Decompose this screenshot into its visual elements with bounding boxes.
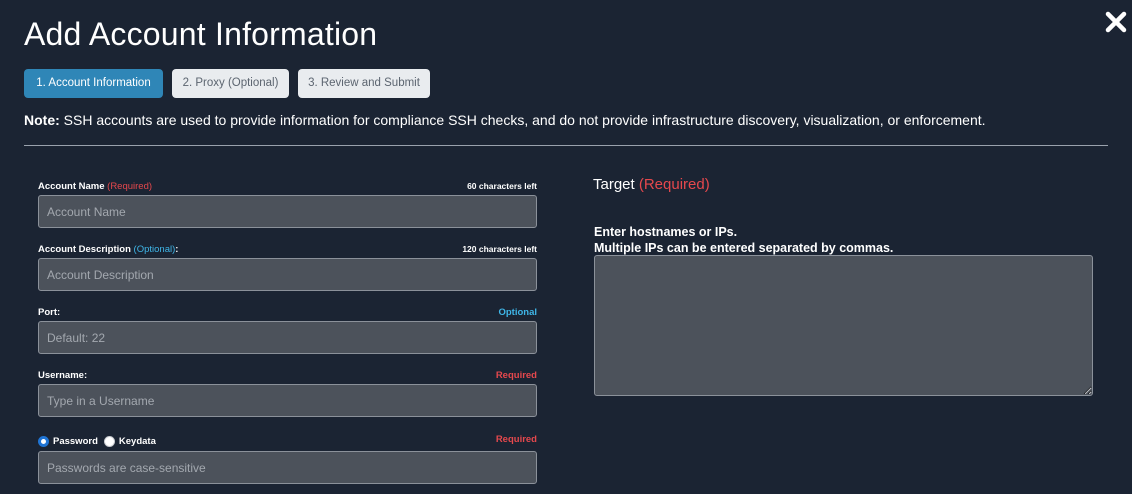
tab-account-information[interactable]: 1. Account Information (24, 69, 163, 98)
username-field: Username: Required (38, 370, 537, 417)
username-required-hint: Required (495, 370, 537, 381)
port-field: Port: Optional (38, 307, 537, 354)
account-name-input[interactable] (38, 195, 537, 228)
credential-field: Password Keydata Required (38, 434, 537, 484)
close-icon (1105, 11, 1127, 33)
account-name-label: Account Name (Required) (38, 181, 153, 192)
password-radio-label: Password (53, 435, 98, 447)
add-account-dialog: Add Account Information 1. Account Infor… (0, 0, 1132, 494)
divider (24, 145, 1108, 146)
target-instruction-line-2: Multiple IPs can be entered separated by… (594, 241, 894, 255)
page-title: Add Account Information (24, 16, 378, 52)
account-description-counter: 120 characters left (462, 244, 537, 254)
ssh-note: Note: SSH accounts are used to provide i… (24, 111, 986, 129)
note-text: SSH accounts are used to provide informa… (59, 112, 986, 128)
port-input[interactable] (38, 321, 537, 354)
account-description-input[interactable] (38, 258, 537, 291)
keydata-radio-label: Keydata (118, 435, 156, 447)
username-label: Username: (38, 370, 88, 381)
password-radio[interactable] (38, 435, 49, 447)
target-instructions: Enter hostnames or IPs. Multiple IPs can… (594, 224, 893, 256)
account-description-field: Account Description (Optional): 120 char… (38, 244, 537, 291)
target-textarea[interactable] (594, 255, 1093, 396)
close-button[interactable] (1104, 10, 1128, 34)
account-name-field: Account Name (Required) 60 characters le… (38, 181, 537, 228)
note-prefix: Note: (24, 112, 60, 128)
account-description-label: Account Description (Optional): (38, 244, 179, 255)
tab-review-submit[interactable]: 3. Review and Submit (298, 69, 430, 98)
credential-type-radios: Password Keydata (38, 434, 162, 448)
password-input[interactable] (38, 451, 537, 484)
port-label: Port: (38, 307, 61, 318)
keydata-radio[interactable] (103, 435, 115, 447)
target-title: Target (Required) (593, 176, 710, 193)
target-instruction-line-1: Enter hostnames or IPs. (594, 225, 738, 239)
port-optional-hint: Optional (498, 307, 537, 318)
username-input[interactable] (38, 384, 537, 417)
account-name-counter: 60 characters left (467, 181, 537, 191)
tab-proxy[interactable]: 2. Proxy (Optional) (172, 69, 289, 98)
credential-required-hint: Required (495, 434, 537, 445)
